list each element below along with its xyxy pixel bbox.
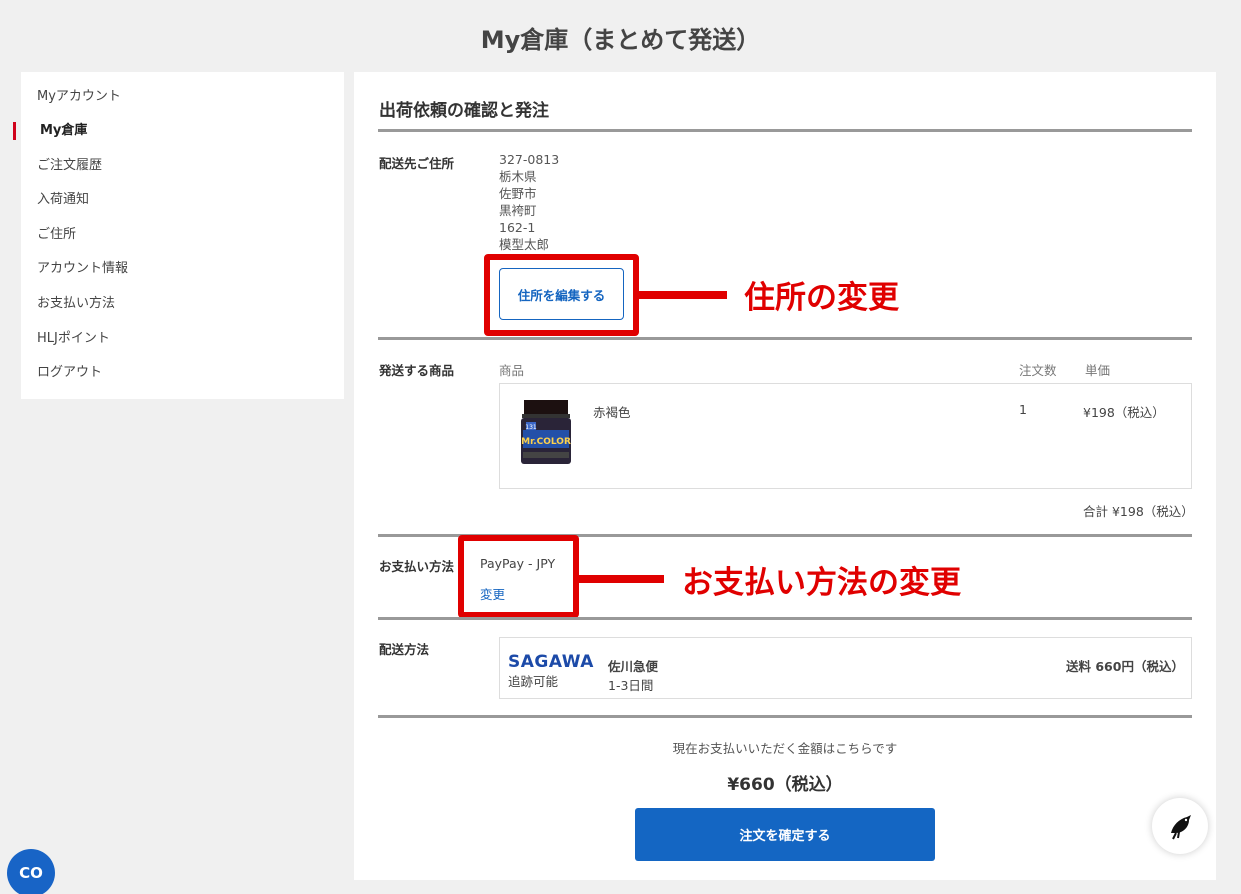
carrier-name: 佐川急便	[608, 659, 659, 674]
divider	[378, 337, 1192, 340]
payment-annotation-text: お支払い方法の変更	[682, 565, 961, 601]
shipping-option[interactable]: SAGAWA 追跡可能 佐川急便 1-3日間 送料 660円（税込）	[499, 637, 1192, 699]
chat-widget-button[interactable]	[1152, 798, 1208, 854]
sidebar-item-my-account[interactable]: Myアカウント	[21, 80, 344, 114]
shipping-fee: 送料 660円（税込）	[1066, 659, 1184, 674]
address-town: 黒袴町	[499, 203, 537, 218]
svg-text:131: 131	[525, 424, 537, 431]
bird-chat-icon	[1171, 815, 1191, 840]
sidebar-item-order-history[interactable]: ご注文履歴	[21, 149, 344, 183]
tracking-availability: 追跡可能	[508, 674, 559, 689]
address-postcode: 327-0813	[499, 152, 560, 167]
payment-annotation-box	[458, 535, 579, 618]
sidebar-item-hlj-points[interactable]: HLJポイント	[21, 322, 344, 356]
items-label: 発送する商品	[379, 363, 455, 378]
items-total: 合計 ¥198（税込）	[1083, 504, 1194, 519]
shipment-confirmation-panel: 出荷依頼の確認と発注 配送先ご住所 327-0813 栃木県 佐野市 黒袴町 1…	[354, 72, 1216, 880]
address-annotation-text: 住所の変更	[744, 280, 899, 316]
delivery-days: 1-3日間	[608, 678, 654, 693]
address-annotation-box	[484, 254, 639, 336]
sidebar-item-arrival-notice[interactable]: 入荷通知	[21, 183, 344, 217]
product-quantity: 1	[1019, 402, 1027, 417]
address-prefecture: 栃木県	[499, 169, 537, 184]
column-header-product: 商品	[499, 363, 525, 378]
table-row: Mr.COLOR 131 赤褐色 1 ¥198（税込）	[499, 383, 1192, 489]
sidebar-item-address[interactable]: ご住所	[21, 218, 344, 252]
divider	[378, 129, 1192, 132]
payment-amount: ¥660（税込）	[727, 775, 843, 795]
sidebar-item-logout[interactable]: ログアウト	[21, 356, 344, 390]
payment-annotation-connector	[579, 575, 664, 583]
column-header-quantity: 注文数	[1019, 363, 1057, 378]
sidebar-item-payment-methods[interactable]: お支払い方法	[21, 287, 344, 321]
payment-amount-note: 現在お支払いいただく金額はこちらです	[672, 741, 898, 756]
column-header-unit-price: 単価	[1085, 363, 1111, 378]
shipping-label: 配送方法	[379, 642, 430, 657]
section-title: 出荷依頼の確認と発注	[379, 101, 549, 121]
address-annotation-connector	[639, 291, 727, 299]
confirm-order-button[interactable]: 注文を確定する	[635, 808, 935, 861]
sidebar-item-account-info[interactable]: アカウント情報	[21, 252, 344, 286]
address-city: 佐野市	[499, 186, 537, 201]
sagawa-logo: SAGAWA	[508, 652, 594, 672]
divider	[378, 617, 1192, 620]
product-name[interactable]: 赤褐色	[593, 402, 631, 421]
paint-bottle-icon[interactable]: Mr.COLOR 131	[508, 400, 588, 470]
svg-text:Mr.COLOR: Mr.COLOR	[521, 437, 571, 447]
address-label: 配送先ご住所	[379, 156, 455, 171]
address-recipient: 模型太郎	[499, 237, 550, 252]
account-sidebar: Myアカウント My倉庫 ご注文履歴 入荷通知 ご住所 アカウント情報 お支払い…	[13, 72, 344, 399]
address-street: 162-1	[499, 220, 536, 235]
product-unit-price: ¥198（税込）	[1083, 405, 1165, 420]
divider	[378, 715, 1192, 718]
sidebar-item-my-warehouse[interactable]: My倉庫	[13, 114, 344, 148]
page-title: My倉庫（まとめて発送）	[480, 26, 761, 54]
payment-label: お支払い方法	[379, 559, 455, 574]
co-widget-button[interactable]: CO	[7, 849, 55, 894]
